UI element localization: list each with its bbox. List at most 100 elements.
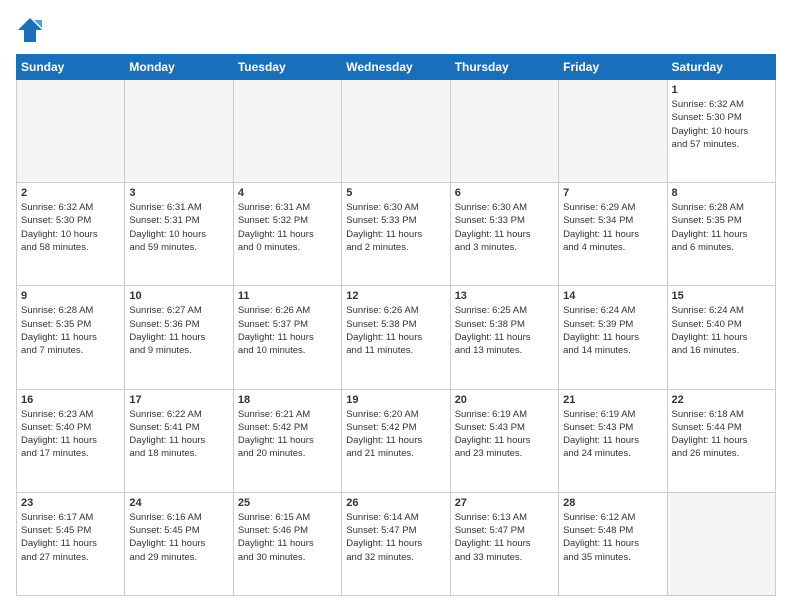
day-number: 25 [238, 497, 337, 509]
day-info: Sunrise: 6:25 AM Sunset: 5:38 PM Dayligh… [455, 304, 554, 357]
day-info: Sunrise: 6:15 AM Sunset: 5:46 PM Dayligh… [238, 511, 337, 564]
calendar-cell: 16 Sunrise: 6:23 AM Sunset: 5:40 PM Dayli… [17, 389, 125, 492]
calendar-cell: 1 Sunrise: 6:32 AM Sunset: 5:30 PM Daylig… [667, 80, 775, 183]
calendar-cell [667, 492, 775, 595]
calendar-cell: 12 Sunrise: 6:26 AM Sunset: 5:38 PM Dayli… [342, 286, 450, 389]
calendar-cell: 27 Sunrise: 6:13 AM Sunset: 5:47 PM Dayli… [450, 492, 558, 595]
day-info: Sunrise: 6:18 AM Sunset: 5:44 PM Dayligh… [672, 408, 771, 461]
day-number: 5 [346, 187, 445, 199]
calendar-cell: 28 Sunrise: 6:12 AM Sunset: 5:48 PM Dayli… [559, 492, 667, 595]
calendar-cell [342, 80, 450, 183]
calendar-cell: 6 Sunrise: 6:30 AM Sunset: 5:33 PM Daylig… [450, 183, 558, 286]
calendar-header-monday: Monday [125, 55, 233, 80]
day-number: 15 [672, 290, 771, 302]
day-number: 20 [455, 394, 554, 406]
calendar-header-tuesday: Tuesday [233, 55, 341, 80]
day-info: Sunrise: 6:21 AM Sunset: 5:42 PM Dayligh… [238, 408, 337, 461]
calendar-week-0: 1 Sunrise: 6:32 AM Sunset: 5:30 PM Daylig… [17, 80, 776, 183]
day-info: Sunrise: 6:13 AM Sunset: 5:47 PM Dayligh… [455, 511, 554, 564]
day-info: Sunrise: 6:24 AM Sunset: 5:39 PM Dayligh… [563, 304, 662, 357]
day-info: Sunrise: 6:26 AM Sunset: 5:37 PM Dayligh… [238, 304, 337, 357]
calendar-cell [125, 80, 233, 183]
day-info: Sunrise: 6:22 AM Sunset: 5:41 PM Dayligh… [129, 408, 228, 461]
page: SundayMondayTuesdayWednesdayThursdayFrid… [0, 0, 792, 612]
calendar-header-wednesday: Wednesday [342, 55, 450, 80]
day-number: 22 [672, 394, 771, 406]
day-info: Sunrise: 6:14 AM Sunset: 5:47 PM Dayligh… [346, 511, 445, 564]
calendar-cell: 25 Sunrise: 6:15 AM Sunset: 5:46 PM Dayli… [233, 492, 341, 595]
calendar-cell: 4Sunrise: 6:31 AM Sunset: 5:32 PM Daylig… [233, 183, 341, 286]
day-number: 7 [563, 187, 662, 199]
day-number: 12 [346, 290, 445, 302]
day-number: 4 [238, 187, 337, 199]
day-number: 16 [21, 394, 120, 406]
calendar-cell: 15 Sunrise: 6:24 AM Sunset: 5:40 PM Dayli… [667, 286, 775, 389]
day-info: Sunrise: 6:19 AM Sunset: 5:43 PM Dayligh… [455, 408, 554, 461]
calendar-cell: 24Sunrise: 6:16 AM Sunset: 5:45 PM Dayli… [125, 492, 233, 595]
calendar-cell: 3 Sunrise: 6:31 AM Sunset: 5:31 PM Daylig… [125, 183, 233, 286]
calendar-header-sunday: Sunday [17, 55, 125, 80]
day-info: Sunrise: 6:20 AM Sunset: 5:42 PM Dayligh… [346, 408, 445, 461]
day-info: Sunrise: 6:30 AM Sunset: 5:33 PM Dayligh… [455, 201, 554, 254]
day-info: Sunrise: 6:29 AM Sunset: 5:34 PM Dayligh… [563, 201, 662, 254]
day-info: Sunrise: 6:23 AM Sunset: 5:40 PM Dayligh… [21, 408, 120, 461]
day-info: Sunrise: 6:30 AM Sunset: 5:33 PM Dayligh… [346, 201, 445, 254]
calendar-cell: 9Sunrise: 6:28 AM Sunset: 5:35 PM Daylig… [17, 286, 125, 389]
day-number: 18 [238, 394, 337, 406]
day-info: Sunrise: 6:19 AM Sunset: 5:43 PM Dayligh… [563, 408, 662, 461]
calendar-cell: 21 Sunrise: 6:19 AM Sunset: 5:43 PM Dayli… [559, 389, 667, 492]
calendar-cell [233, 80, 341, 183]
calendar-cell: 22 Sunrise: 6:18 AM Sunset: 5:44 PM Dayli… [667, 389, 775, 492]
day-number: 28 [563, 497, 662, 509]
calendar-week-3: 16 Sunrise: 6:23 AM Sunset: 5:40 PM Dayli… [17, 389, 776, 492]
calendar-header-row: SundayMondayTuesdayWednesdayThursdayFrid… [17, 55, 776, 80]
calendar-cell: 23 Sunrise: 6:17 AM Sunset: 5:45 PM Dayli… [17, 492, 125, 595]
calendar-header-friday: Friday [559, 55, 667, 80]
calendar-cell: 17 Sunrise: 6:22 AM Sunset: 5:41 PM Dayli… [125, 389, 233, 492]
calendar-cell: 5 Sunrise: 6:30 AM Sunset: 5:33 PM Daylig… [342, 183, 450, 286]
day-info: Sunrise: 6:24 AM Sunset: 5:40 PM Dayligh… [672, 304, 771, 357]
day-number: 27 [455, 497, 554, 509]
day-info: Sunrise: 6:28 AM Sunset: 5:35 PM Dayligh… [21, 304, 120, 357]
day-info: Sunrise: 6:32 AM Sunset: 5:30 PM Dayligh… [672, 98, 771, 151]
day-info: Sunrise: 6:26 AM Sunset: 5:38 PM Dayligh… [346, 304, 445, 357]
day-number: 2 [21, 187, 120, 199]
calendar-cell: 19 Sunrise: 6:20 AM Sunset: 5:42 PM Dayli… [342, 389, 450, 492]
calendar-cell: 8 Sunrise: 6:28 AM Sunset: 5:35 PM Daylig… [667, 183, 775, 286]
logo [16, 16, 46, 44]
calendar-cell [450, 80, 558, 183]
day-number: 3 [129, 187, 228, 199]
logo-icon [16, 16, 44, 44]
day-info: Sunrise: 6:16 AM Sunset: 5:45 PM Dayligh… [129, 511, 228, 564]
day-number: 11 [238, 290, 337, 302]
calendar-cell: 11 Sunrise: 6:26 AM Sunset: 5:37 PM Dayli… [233, 286, 341, 389]
day-info: Sunrise: 6:17 AM Sunset: 5:45 PM Dayligh… [21, 511, 120, 564]
day-number: 6 [455, 187, 554, 199]
day-info: Sunrise: 6:32 AM Sunset: 5:30 PM Dayligh… [21, 201, 120, 254]
calendar-cell: 2 Sunrise: 6:32 AM Sunset: 5:30 PM Daylig… [17, 183, 125, 286]
day-number: 1 [672, 84, 771, 96]
day-number: 8 [672, 187, 771, 199]
day-info: Sunrise: 6:27 AM Sunset: 5:36 PM Dayligh… [129, 304, 228, 357]
day-number: 23 [21, 497, 120, 509]
day-number: 17 [129, 394, 228, 406]
calendar-cell: 26Sunrise: 6:14 AM Sunset: 5:47 PM Dayli… [342, 492, 450, 595]
calendar-cell [559, 80, 667, 183]
calendar-cell: 13 Sunrise: 6:25 AM Sunset: 5:38 PM Dayli… [450, 286, 558, 389]
calendar-cell: 20 Sunrise: 6:19 AM Sunset: 5:43 PM Dayli… [450, 389, 558, 492]
calendar-week-1: 2 Sunrise: 6:32 AM Sunset: 5:30 PM Daylig… [17, 183, 776, 286]
day-info: Sunrise: 6:31 AM Sunset: 5:31 PM Dayligh… [129, 201, 228, 254]
calendar-cell: 14Sunrise: 6:24 AM Sunset: 5:39 PM Dayli… [559, 286, 667, 389]
calendar-cell: 10 Sunrise: 6:27 AM Sunset: 5:36 PM Dayli… [125, 286, 233, 389]
day-number: 19 [346, 394, 445, 406]
day-number: 21 [563, 394, 662, 406]
day-info: Sunrise: 6:12 AM Sunset: 5:48 PM Dayligh… [563, 511, 662, 564]
calendar-table: SundayMondayTuesdayWednesdayThursdayFrid… [16, 54, 776, 596]
day-number: 13 [455, 290, 554, 302]
day-number: 10 [129, 290, 228, 302]
calendar-header-saturday: Saturday [667, 55, 775, 80]
day-info: Sunrise: 6:28 AM Sunset: 5:35 PM Dayligh… [672, 201, 771, 254]
calendar-week-4: 23 Sunrise: 6:17 AM Sunset: 5:45 PM Dayli… [17, 492, 776, 595]
calendar-cell: 7 Sunrise: 6:29 AM Sunset: 5:34 PM Daylig… [559, 183, 667, 286]
header [16, 16, 776, 44]
